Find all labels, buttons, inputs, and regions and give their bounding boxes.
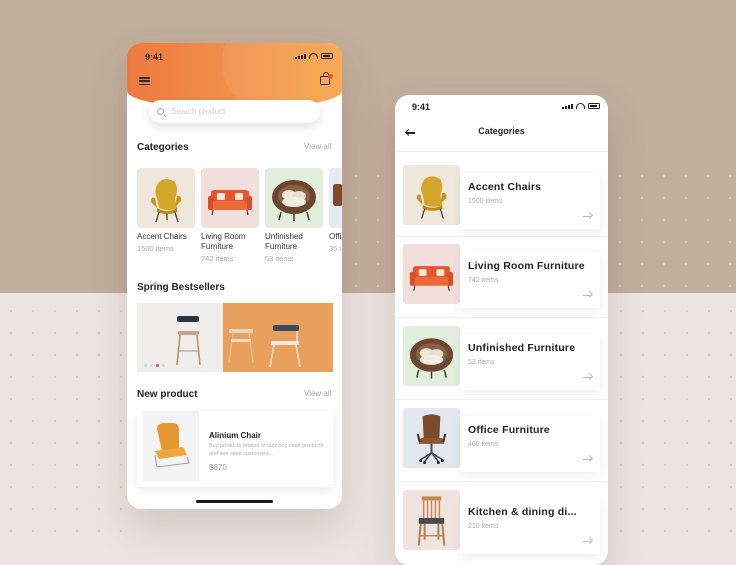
category-name: Accent Chairs	[468, 181, 542, 193]
category-info-card: Unfinished Furniture 53 items	[460, 334, 600, 390]
category-name: Office Furniture	[468, 424, 550, 436]
search-icon	[157, 108, 164, 115]
category-count: 210 items	[468, 523, 499, 530]
arrow-right-icon[interactable]	[583, 454, 594, 463]
category-name: Kitchen & dining di...	[468, 506, 577, 518]
product-card[interactable]: Alinium Chair Buy products related to la…	[137, 411, 333, 487]
sofa-icon	[201, 168, 259, 228]
categories-screen: 9:41 Categories Accent Chairs 1500 items	[395, 95, 608, 565]
office-chair-icon	[329, 168, 342, 228]
category-name-text: Unfinished Furniture	[265, 232, 303, 251]
category-count: 35 i	[329, 244, 342, 253]
home-screen: 9:41 Categories View all Accent Chairs 1…	[127, 43, 342, 509]
category-name-text: Living Room Furniture	[201, 232, 246, 251]
accent-chair-icon	[137, 168, 195, 228]
product-description: Buy products related to lazy boy chair p…	[209, 443, 324, 457]
status-icons	[562, 103, 600, 109]
cart-badge	[328, 74, 333, 79]
carousel-dot[interactable]	[162, 364, 165, 367]
category-card-office[interactable]: Offi 35 i	[329, 168, 342, 253]
category-name: Unfinished Furniture	[265, 232, 327, 252]
search-bar[interactable]	[149, 100, 320, 123]
status-time: 9:41	[145, 52, 164, 62]
search-input[interactable]	[169, 106, 313, 117]
bar-stools-image	[176, 316, 301, 368]
divider	[395, 236, 608, 237]
accent-chair-icon	[403, 165, 460, 225]
divider	[395, 481, 608, 482]
category-count: 1500 items	[468, 198, 503, 205]
category-count: 460 items	[468, 441, 499, 448]
dining-chair-icon	[403, 490, 460, 550]
background-dots	[610, 300, 736, 550]
categories-header: 9:41 Categories	[395, 95, 608, 152]
category-name: Living Room Furniture	[468, 260, 585, 272]
categories-view-all-link[interactable]: View all	[304, 142, 331, 151]
battery-icon	[321, 53, 333, 59]
rattan-chair-icon	[403, 326, 460, 386]
product-name: Alinium Chair	[209, 431, 262, 440]
new-product-view-all-link[interactable]: View all	[304, 389, 331, 398]
category-count: 742 items	[468, 277, 499, 284]
category-info-card: Office Furniture 460 items	[460, 416, 600, 472]
category-name: Offi	[329, 232, 342, 241]
arrow-right-icon[interactable]	[583, 536, 594, 545]
carousel-dot[interactable]	[144, 364, 147, 367]
status-icons	[295, 53, 333, 59]
category-info-card: Living Room Furniture 742 items	[460, 252, 600, 308]
chair-product-image	[143, 411, 199, 481]
carousel-dots[interactable]	[144, 364, 165, 367]
category-count: 1500 items	[137, 244, 174, 253]
wifi-icon	[576, 103, 585, 109]
sofa-icon	[403, 244, 460, 304]
category-card-unfinished-furniture[interactable]: Unfinished Furniture 53 items	[265, 168, 327, 263]
category-card-living-room-furniture[interactable]: Living Room Furniture 742 items	[201, 168, 263, 263]
category-row-office-furniture[interactable]: Office Furniture 460 items	[403, 408, 603, 480]
category-row-accent-chairs[interactable]: Accent Chairs 1500 items	[403, 165, 603, 237]
bestsellers-banner[interactable]	[137, 303, 333, 372]
carousel-dot[interactable]	[150, 364, 153, 367]
category-name: Unfinished Furniture	[468, 342, 576, 354]
category-name: Living Room Furniture	[201, 232, 263, 252]
categories-title: Categories	[137, 142, 189, 153]
arrow-right-icon[interactable]	[583, 211, 594, 220]
signal-icon	[562, 103, 573, 109]
category-row-kitchen-dining[interactable]: Kitchen & dining di... 210 items	[403, 490, 603, 562]
divider	[395, 399, 608, 400]
category-name: Accent Chairs	[137, 232, 187, 241]
divider	[395, 317, 608, 318]
category-count: 53 items	[468, 359, 495, 366]
background-dots	[0, 300, 130, 550]
home-indicator[interactable]	[196, 500, 273, 503]
office-chair-icon	[403, 408, 460, 468]
bestsellers-title: Spring Bestsellers	[137, 282, 225, 293]
signal-icon	[295, 53, 306, 59]
product-price: $870	[209, 463, 227, 472]
category-info-card: Accent Chairs 1500 items	[460, 173, 600, 229]
wifi-icon	[309, 53, 318, 59]
arrow-right-icon[interactable]	[583, 372, 594, 381]
new-product-title: New product	[137, 389, 198, 400]
category-count: 742 items	[201, 254, 234, 263]
page-title: Categories	[478, 126, 525, 136]
arrow-right-icon[interactable]	[583, 290, 594, 299]
category-info-card: Kitchen & dining di... 210 items	[460, 498, 600, 554]
status-time: 9:41	[412, 102, 431, 112]
hamburger-menu-icon[interactable]	[139, 77, 150, 85]
category-card-accent-chairs[interactable]: Accent Chairs 1500 items	[137, 168, 199, 253]
rattan-chair-icon	[265, 168, 323, 228]
category-row-living-room-furniture[interactable]: Living Room Furniture 742 items	[403, 244, 603, 316]
category-row-unfinished-furniture[interactable]: Unfinished Furniture 53 items	[403, 326, 603, 398]
battery-icon	[588, 103, 600, 109]
carousel-dot-active[interactable]	[156, 364, 159, 367]
category-count: 53 items	[265, 254, 294, 263]
